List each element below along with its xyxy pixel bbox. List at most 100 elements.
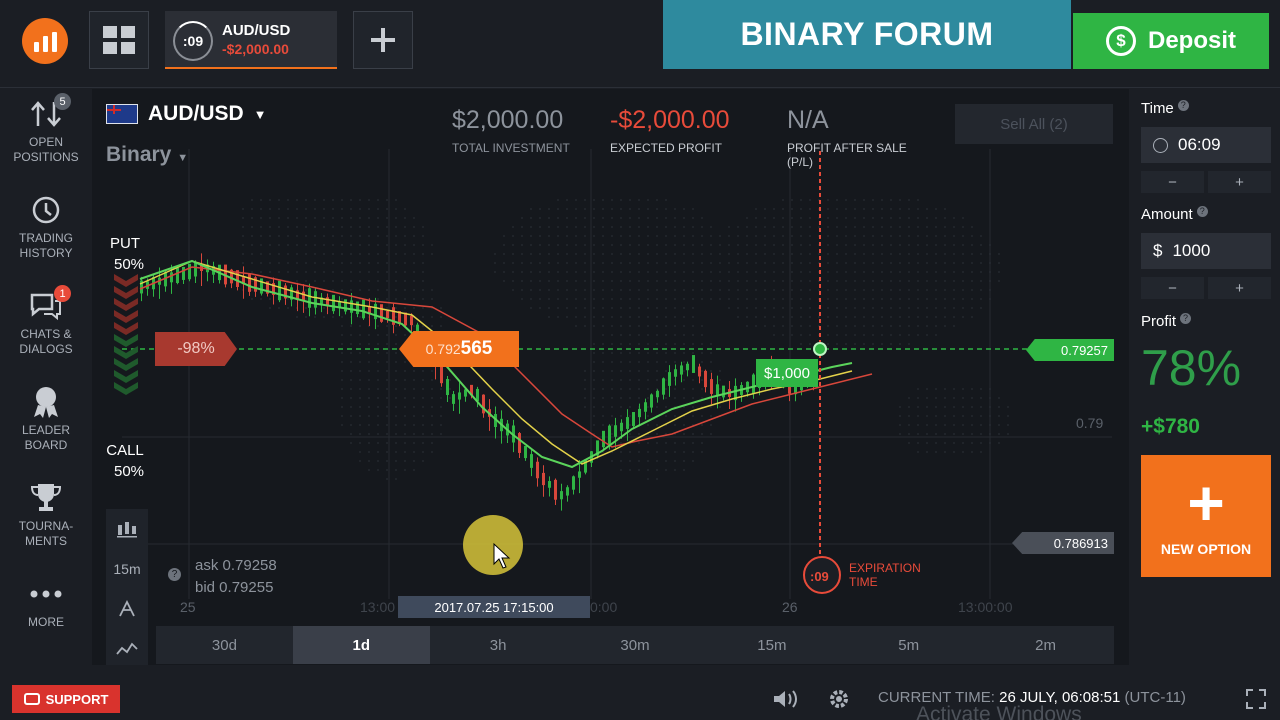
map-dot <box>413 451 415 453</box>
map-dot <box>674 343 676 345</box>
drawing-tool-icon[interactable] <box>106 589 148 629</box>
amount-input[interactable]: $ 1000 <box>1141 233 1271 269</box>
chart-asset-selector[interactable]: AUD/USD ▼ <box>106 102 267 126</box>
map-dot <box>665 406 667 408</box>
candle-body <box>524 445 527 459</box>
map-dot <box>908 271 910 273</box>
map-dot <box>350 343 352 345</box>
map-dot <box>782 217 784 219</box>
map-dot <box>566 280 568 282</box>
position-value-tag[interactable]: $1,000 <box>756 359 818 387</box>
map-dot <box>665 253 667 255</box>
put-indicator[interactable]: PUT 50% <box>106 235 144 273</box>
map-dot <box>548 307 550 309</box>
nav-tournaments[interactable]: TOURNA- MENTS <box>0 481 92 549</box>
time-input[interactable]: 06:09 <box>1141 127 1271 163</box>
map-dot <box>431 289 433 291</box>
range-30m[interactable]: 30m <box>567 626 704 664</box>
option-type-selector[interactable]: Binary ▼ <box>106 143 188 167</box>
range-3h[interactable]: 3h <box>430 626 567 664</box>
settings-icon[interactable] <box>828 688 850 715</box>
map-dot <box>953 433 955 435</box>
asset-tab[interactable]: :09 AUD/USD -$2,000.00 <box>165 11 337 69</box>
map-dot <box>314 280 316 282</box>
indicators-icon[interactable] <box>106 629 148 665</box>
map-dot <box>638 325 640 327</box>
map-dot <box>548 316 550 318</box>
fullscreen-icon[interactable] <box>1245 688 1267 715</box>
time-plus-button[interactable]: + <box>1208 171 1271 193</box>
range-30d[interactable]: 30d <box>156 626 293 664</box>
map-dot <box>368 199 370 201</box>
map-dot <box>971 280 973 282</box>
map-dot <box>926 307 928 309</box>
deposit-button[interactable]: $ Deposit <box>1073 13 1269 69</box>
expected-profit-label: EXPECTED PROFIT <box>610 141 723 155</box>
chart-type-candles-icon[interactable] <box>106 509 148 549</box>
entry-price-tag[interactable]: 0.792 565 <box>399 331 519 367</box>
map-dot <box>863 217 865 219</box>
map-dot <box>413 397 415 399</box>
nav-open-positions[interactable]: 5 OPEN POSITIONS <box>0 93 92 165</box>
map-dot <box>386 217 388 219</box>
nav-chats[interactable]: 1 CHATS & DIALOGS <box>0 285 92 357</box>
timeframe-button[interactable]: 15m <box>106 549 148 589</box>
map-dot <box>377 235 379 237</box>
map-dot <box>593 424 595 426</box>
map-dot <box>980 406 982 408</box>
help-icon[interactable]: ? <box>1180 313 1192 324</box>
map-dot <box>917 307 919 309</box>
nav-more[interactable]: MORE <box>0 577 92 630</box>
map-dot <box>980 388 982 390</box>
new-option-button[interactable]: + NEW OPTION <box>1141 455 1271 577</box>
map-dot <box>935 307 937 309</box>
map-dot <box>548 271 550 273</box>
map-dot <box>890 262 892 264</box>
map-dot <box>809 271 811 273</box>
map-dot <box>395 307 397 309</box>
map-dot <box>665 460 667 462</box>
amount-minus-button[interactable]: − <box>1141 277 1204 299</box>
map-dot <box>701 325 703 327</box>
add-asset-button[interactable] <box>353 11 413 69</box>
map-dot <box>971 388 973 390</box>
map-dot <box>350 208 352 210</box>
map-dot <box>827 217 829 219</box>
range-15m[interactable]: 15m <box>703 626 840 664</box>
map-dot <box>872 208 874 210</box>
map-dot <box>269 226 271 228</box>
map-dot <box>647 262 649 264</box>
range-5m[interactable]: 5m <box>840 626 977 664</box>
nav-trading-history[interactable]: TRADING HISTORY <box>0 193 92 261</box>
map-dot <box>1007 406 1009 408</box>
map-dot <box>638 280 640 282</box>
help-icon[interactable]: ? <box>1196 206 1208 217</box>
nav-leaderboard[interactable]: LEADER BOARD <box>0 385 92 453</box>
map-dot <box>863 316 865 318</box>
map-dot <box>845 226 847 228</box>
amount-plus-button[interactable]: + <box>1208 277 1271 299</box>
map-dot <box>773 325 775 327</box>
map-dot <box>809 307 811 309</box>
grid-menu-button[interactable] <box>89 11 149 69</box>
range-1d[interactable]: 1d <box>292 626 430 664</box>
map-dot <box>431 298 433 300</box>
logo-icon[interactable] <box>22 18 68 64</box>
range-2m[interactable]: 2m <box>977 626 1114 664</box>
map-dot <box>638 271 640 273</box>
entry-price-suffix: 565 <box>460 338 493 359</box>
map-dot <box>521 226 523 228</box>
candle-body <box>554 479 557 500</box>
sell-all-button[interactable]: Sell All (2) <box>955 104 1113 144</box>
support-button[interactable]: SUPPORT <box>12 685 120 713</box>
help-icon[interactable]: ? <box>168 568 181 581</box>
help-icon[interactable]: ? <box>1177 100 1189 111</box>
chart-area[interactable]: AUD/USD ▼ Binary ▼ $2,000.00 TOTAL INVES… <box>92 89 1129 665</box>
time-minus-button[interactable]: − <box>1141 171 1204 193</box>
map-dot <box>755 289 757 291</box>
map-dot <box>647 307 649 309</box>
volume-icon[interactable] <box>772 688 798 715</box>
map-dot <box>935 262 937 264</box>
map-dot <box>575 262 577 264</box>
call-indicator[interactable]: CALL 50% <box>106 442 144 480</box>
